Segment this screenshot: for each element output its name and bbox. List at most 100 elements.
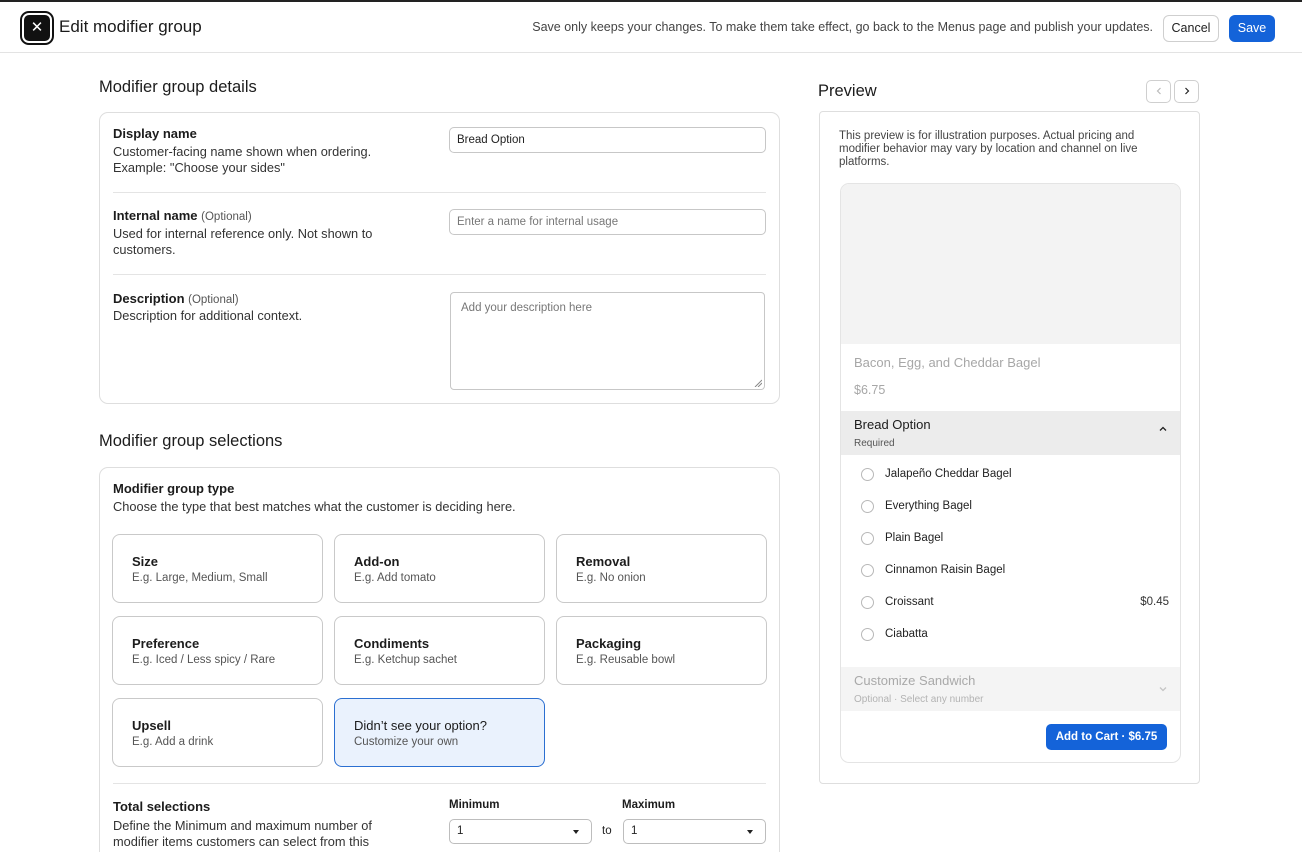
option-name: Cinnamon Raisin Bagel bbox=[885, 564, 1006, 576]
type-help: Choose the type that best matches what t… bbox=[113, 499, 516, 514]
description-help: Description for additional context. bbox=[113, 308, 303, 323]
display-name-label: Display name bbox=[113, 126, 197, 141]
item-name: Bacon, Egg, and Cheddar Bagel bbox=[854, 355, 1041, 370]
radio-button[interactable] bbox=[861, 628, 874, 641]
minimum-label: Minimum bbox=[449, 799, 500, 811]
page-title: Edit modifier group bbox=[59, 17, 202, 36]
type-name: Packaging bbox=[576, 636, 642, 651]
minimum-value: 1 bbox=[457, 825, 464, 837]
chevron-left-icon bbox=[1156, 87, 1161, 95]
close-button[interactable]: ✕ bbox=[22, 13, 52, 43]
save-note: Save only keeps your changes. To make th… bbox=[532, 20, 1153, 34]
chevron-up-icon bbox=[1159, 426, 1167, 431]
type-name: Removal bbox=[576, 554, 631, 569]
selections-card: Modifier group type Choose the type that… bbox=[99, 467, 780, 852]
preview-title: Preview bbox=[818, 82, 877, 100]
internal-name-input[interactable]: Enter a name for internal usage bbox=[449, 209, 766, 235]
type-name: Didn’t see your option? bbox=[354, 718, 487, 733]
group-status: Required bbox=[854, 438, 895, 449]
option-row[interactable]: Cinnamon Raisin Bagel bbox=[841, 555, 1180, 587]
top-bar: ✕ Edit modifier group Save only keeps yo… bbox=[0, 0, 1302, 53]
type-name: Upsell bbox=[132, 718, 172, 733]
group-status: Optional · Select any number bbox=[854, 694, 984, 705]
type-card-condiments[interactable]: Condiments E.g. Ketchup sachet bbox=[334, 616, 545, 685]
type-example: Customize your own bbox=[354, 736, 459, 748]
radio-button[interactable] bbox=[861, 500, 874, 513]
description-label: Description (Optional) bbox=[113, 291, 239, 306]
option-name: Croissant bbox=[885, 596, 934, 608]
option-row[interactable]: Jalapeño Cheddar Bagel bbox=[841, 459, 1180, 491]
description-textarea[interactable]: Add your description here bbox=[450, 292, 765, 390]
type-name: Add-on bbox=[354, 554, 400, 569]
option-name: Ciabatta bbox=[885, 628, 928, 640]
divider bbox=[113, 192, 766, 193]
internal-name-label: Internal name (Optional) bbox=[113, 208, 252, 223]
chevron-down-icon bbox=[1159, 687, 1167, 692]
type-card-packaging[interactable]: Packaging E.g. Reusable bowl bbox=[556, 616, 767, 685]
modifier-group-collapsed[interactable]: Customize Sandwich Optional · Select any… bbox=[841, 667, 1180, 711]
maximum-value: 1 bbox=[631, 825, 638, 837]
type-example: E.g. Add a drink bbox=[132, 736, 214, 748]
type-name: Size bbox=[132, 554, 159, 569]
type-example: E.g. Reusable bowl bbox=[576, 654, 676, 666]
total-selections-help: Define the Minimum and maximum number of… bbox=[113, 818, 372, 849]
description-placeholder: Add your description here bbox=[461, 302, 593, 314]
option-name: Plain Bagel bbox=[885, 532, 944, 544]
item-price: $6.75 bbox=[854, 383, 886, 397]
type-card-size[interactable]: Size E.g. Large, Medium, Small bbox=[112, 534, 323, 603]
preview-note: This preview is for illustration purpose… bbox=[839, 130, 1138, 168]
type-name: Condiments bbox=[354, 636, 430, 651]
type-example: E.g. Ketchup sachet bbox=[354, 654, 457, 666]
type-card-upsell[interactable]: Upsell E.g. Add a drink bbox=[112, 698, 323, 767]
details-section-title: Modifier group details bbox=[99, 78, 257, 96]
selections-section-title: Modifier group selections bbox=[99, 432, 283, 450]
type-example: E.g. Iced / Less spicy / Rare bbox=[132, 654, 276, 666]
option-name: Everything Bagel bbox=[885, 500, 972, 512]
type-name: Preference bbox=[132, 636, 200, 651]
resize-handle-icon[interactable] bbox=[754, 379, 762, 387]
display-name-input[interactable]: Bread Option bbox=[449, 127, 766, 153]
add-to-cart-button[interactable]: Add to Cart · $6.75 bbox=[1046, 724, 1167, 750]
internal-name-help: Used for internal reference only. Not sh… bbox=[113, 226, 373, 257]
type-card-add-on[interactable]: Add-on E.g. Add tomato bbox=[334, 534, 545, 603]
preview-prev-button[interactable] bbox=[1146, 80, 1171, 103]
preview-next-button[interactable] bbox=[1174, 80, 1199, 103]
preview-phone: Bacon, Egg, and Cheddar Bagel $6.75 Brea… bbox=[840, 183, 1181, 763]
option-name: Jalapeño Cheddar Bagel bbox=[885, 468, 1012, 480]
option-row[interactable]: Ciabatta bbox=[841, 619, 1180, 651]
preview-card: This preview is for illustration purpose… bbox=[819, 111, 1200, 784]
type-card-preference[interactable]: Preference E.g. Iced / Less spicy / Rare bbox=[112, 616, 323, 685]
divider bbox=[113, 274, 766, 275]
type-card-removal[interactable]: Removal E.g. No onion bbox=[556, 534, 767, 603]
caret-down-icon bbox=[747, 830, 753, 834]
type-example: E.g. Large, Medium, Small bbox=[132, 572, 268, 584]
type-card-custom[interactable]: Didn’t see your option? Customize your o… bbox=[334, 698, 545, 767]
group-name: Customize Sandwich bbox=[854, 673, 976, 688]
minimum-select[interactable]: 1 bbox=[449, 819, 592, 844]
modifier-group-header[interactable]: Bread Option Required bbox=[841, 411, 1180, 455]
radio-button[interactable] bbox=[861, 532, 874, 545]
to-label: to bbox=[602, 825, 612, 837]
divider bbox=[113, 783, 766, 784]
option-row[interactable]: Croissant $0.45 bbox=[841, 587, 1180, 619]
cancel-button[interactable]: Cancel bbox=[1163, 15, 1219, 42]
radio-button[interactable] bbox=[861, 468, 874, 481]
details-card: Display name Customer-facing name shown … bbox=[99, 112, 780, 404]
caret-down-icon bbox=[573, 830, 579, 834]
total-selections-label: Total selections bbox=[113, 799, 211, 814]
radio-button[interactable] bbox=[861, 564, 874, 577]
chevron-right-icon bbox=[1184, 87, 1189, 95]
display-name-help: Customer-facing name shown when ordering… bbox=[113, 144, 372, 175]
type-example: E.g. No onion bbox=[576, 572, 646, 584]
group-name: Bread Option bbox=[854, 417, 931, 432]
type-example: E.g. Add tomato bbox=[354, 572, 436, 584]
save-button[interactable]: Save bbox=[1229, 15, 1275, 42]
radio-button[interactable] bbox=[861, 596, 874, 609]
type-label: Modifier group type bbox=[113, 481, 235, 496]
option-price: $0.45 bbox=[1140, 596, 1169, 608]
close-icon: ✕ bbox=[30, 19, 44, 36]
option-row[interactable]: Plain Bagel bbox=[841, 523, 1180, 555]
maximum-label: Maximum bbox=[622, 799, 676, 811]
maximum-select[interactable]: 1 bbox=[623, 819, 766, 844]
option-row[interactable]: Everything Bagel bbox=[841, 491, 1180, 523]
